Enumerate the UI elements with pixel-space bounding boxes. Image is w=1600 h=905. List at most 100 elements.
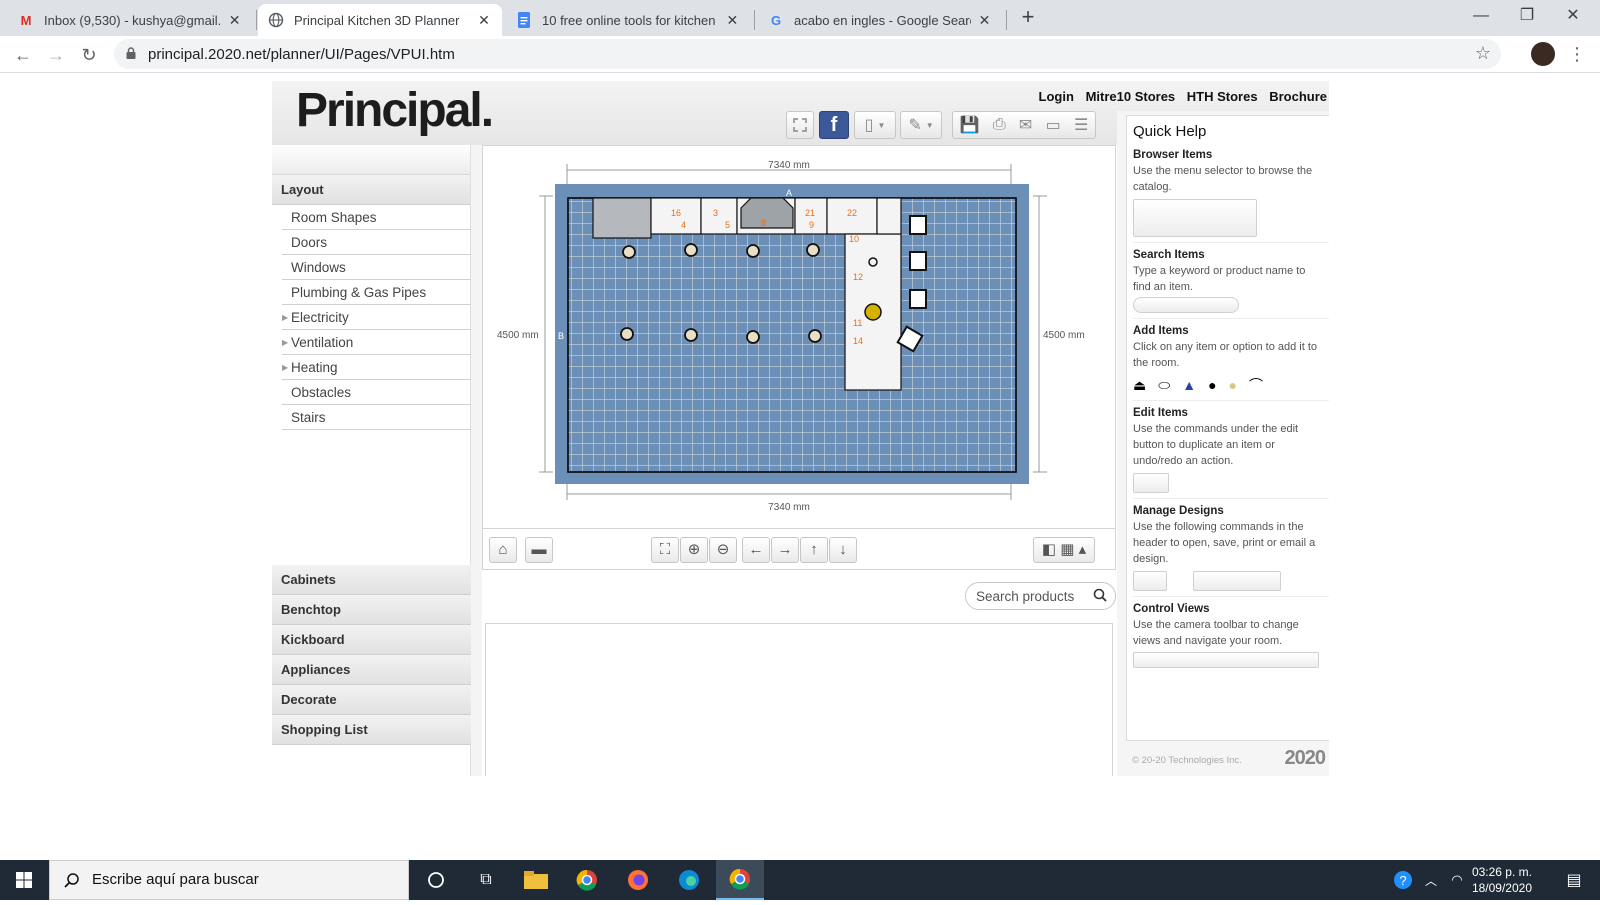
close-window-button[interactable]: ✕ bbox=[1550, 0, 1596, 32]
section-appliances[interactable]: Appliances bbox=[272, 655, 471, 685]
minimize-button[interactable]: — bbox=[1458, 0, 1504, 32]
close-tab-icon[interactable]: ✕ bbox=[725, 12, 740, 28]
taskbar-search[interactable]: Escribe aquí para buscar bbox=[49, 860, 409, 900]
file-menu-button[interactable]: ▯ ▼ bbox=[854, 111, 896, 139]
wifi-icon[interactable]: ◠ bbox=[1444, 860, 1470, 900]
home-view-button[interactable]: ⌂ bbox=[489, 537, 517, 563]
section-shopping-list[interactable]: Shopping List bbox=[272, 715, 471, 745]
search-icon[interactable] bbox=[1093, 588, 1107, 602]
nav-item-plumbing-gas-pipes[interactable]: Plumbing & Gas Pipes bbox=[282, 280, 472, 305]
zoom-in-button[interactable]: ⊕ bbox=[680, 537, 708, 563]
tab-principal-planner[interactable]: Principal Kitchen 3D Planner ✕ bbox=[258, 4, 502, 36]
new-tab-button[interactable]: + bbox=[1016, 6, 1040, 30]
nav-item-ventilation[interactable]: ▶ Ventilation bbox=[282, 330, 472, 355]
zoom-out-button[interactable]: ⊖ bbox=[709, 537, 737, 563]
forward-arrow-icon[interactable]: → bbox=[43, 42, 69, 68]
email-icon[interactable]: ✉ bbox=[1019, 115, 1032, 135]
back-arrow-icon[interactable]: ← bbox=[10, 42, 36, 68]
pan-up-button[interactable]: ↑ bbox=[800, 537, 828, 563]
floor-plan-canvas[interactable]: 7340 mm 7340 mm 4500 mm 4500 mm A B 16 4… bbox=[482, 145, 1116, 529]
hth-stores-link[interactable]: HTH Stores bbox=[1187, 89, 1258, 104]
principal-logo[interactable]: Principal. bbox=[296, 83, 494, 138]
tab-docs[interactable]: 10 free online tools for kitchen d ✕ bbox=[506, 4, 750, 36]
wall-label-a: A bbox=[786, 188, 792, 198]
svg-text:4: 4 bbox=[681, 220, 686, 230]
tab-title: acabo en ingles - Google Search bbox=[794, 12, 972, 28]
width-dimension-bottom: 7340 mm bbox=[768, 502, 810, 513]
search-input[interactable] bbox=[976, 583, 1096, 609]
section-layout[interactable]: Layout bbox=[272, 175, 470, 205]
nav-item-obstacles[interactable]: Obstacles bbox=[282, 380, 472, 405]
browser-preview-image bbox=[1133, 199, 1257, 237]
list-icon[interactable]: ☰ bbox=[1074, 115, 1088, 135]
floor-plan[interactable]: 7340 mm 7340 mm 4500 mm 4500 mm A B 16 4… bbox=[483, 146, 1115, 528]
browser-tab-strip: M Inbox (9,530) - kushya@gmail.co ✕ Prin… bbox=[0, 0, 1600, 36]
zoom-out-icon: ⊖ bbox=[716, 541, 730, 558]
task-view-icon[interactable]: ⧉ bbox=[462, 860, 510, 900]
chrome-profile-icon[interactable] bbox=[716, 860, 764, 900]
section-benchtop[interactable]: Benchtop bbox=[272, 595, 471, 625]
cooktop-burner[interactable] bbox=[864, 303, 882, 321]
close-tab-icon[interactable]: ✕ bbox=[476, 12, 492, 28]
search-products[interactable] bbox=[965, 582, 1116, 610]
section-cabinets[interactable]: Cabinets bbox=[272, 565, 471, 595]
height-dimension-left: 4500 mm bbox=[497, 330, 539, 341]
print-icon[interactable]: ⎙ bbox=[993, 116, 1006, 134]
profile-avatar[interactable] bbox=[1531, 42, 1555, 66]
cortana-icon[interactable] bbox=[412, 860, 460, 900]
copyright-text: © 20-20 Technologies Inc. bbox=[1132, 755, 1242, 766]
file-explorer-icon[interactable] bbox=[512, 860, 560, 900]
system-clock[interactable]: 03:26 p. m. 18/09/2020 bbox=[1472, 864, 1532, 896]
firefox-icon[interactable] bbox=[614, 860, 662, 900]
notifications-icon[interactable]: ▤ bbox=[1554, 860, 1594, 900]
close-tab-icon[interactable]: ✕ bbox=[227, 12, 242, 28]
zoom-fit-button[interactable]: ⛶ bbox=[651, 537, 679, 563]
chevron-down-icon: ▼ bbox=[877, 120, 886, 130]
save-icon[interactable]: 💾 bbox=[960, 115, 980, 135]
nav-item-electricity[interactable]: ▶ Electricity bbox=[282, 305, 472, 330]
category-sections: Cabinets Benchtop Kickboard Appliances D… bbox=[272, 565, 471, 745]
nav-item-windows[interactable]: Windows bbox=[282, 255, 472, 280]
start-button[interactable] bbox=[0, 860, 49, 900]
help-text: Type a keyword or product name to find a… bbox=[1133, 265, 1306, 293]
edit-menu-button[interactable]: ✎ ▼ bbox=[900, 111, 942, 139]
room-floor[interactable] bbox=[567, 197, 1017, 473]
nav-item-stairs[interactable]: Stairs bbox=[282, 405, 472, 430]
nav-item-heating[interactable]: ▶ Heating bbox=[282, 355, 472, 380]
bookmark-star-icon[interactable]: ☆ bbox=[1475, 43, 1491, 64]
close-tab-icon[interactable]: ✕ bbox=[977, 12, 992, 28]
address-bar[interactable]: principal.2020.net/planner/UI/Pages/VPUI… bbox=[114, 39, 1501, 69]
browser-menu-icon[interactable]: ⋮ bbox=[1568, 42, 1586, 66]
brand-2020-logo[interactable]: 2020 bbox=[1285, 747, 1326, 770]
login-link[interactable]: Login bbox=[1039, 89, 1074, 104]
facebook-button[interactable]: f bbox=[819, 111, 849, 139]
fullscreen-button[interactable] bbox=[786, 111, 814, 139]
edge-icon[interactable] bbox=[665, 860, 713, 900]
tab-google-search[interactable]: G acabo en ingles - Google Search ✕ bbox=[758, 4, 1002, 36]
pan-left-button[interactable]: ← bbox=[742, 537, 770, 563]
chevron-up-icon[interactable]: ︿ bbox=[1418, 860, 1444, 900]
help-tray-icon[interactable]: ? bbox=[1388, 860, 1418, 900]
mitre10-stores-link[interactable]: Mitre10 Stores bbox=[1086, 89, 1176, 104]
chrome-icon[interactable] bbox=[563, 860, 611, 900]
restore-button[interactable]: ❐ bbox=[1504, 0, 1550, 32]
help-edit-items: Edit Items Use the commands under the ed… bbox=[1133, 407, 1329, 499]
help-heading: Manage Designs bbox=[1133, 505, 1224, 517]
measure-button[interactable]: ▬ bbox=[525, 537, 553, 563]
pan-down-button[interactable]: ↓ bbox=[829, 537, 857, 563]
view-mode-button[interactable]: ◧ ▦ ▴ bbox=[1033, 537, 1095, 563]
chrome-logo bbox=[729, 868, 750, 890]
tablet-icon[interactable]: ▭ bbox=[1046, 115, 1061, 135]
help-heading: Browser Items bbox=[1133, 149, 1213, 161]
section-kickboard[interactable]: Kickboard bbox=[272, 625, 471, 655]
brochure-link[interactable]: Brochure bbox=[1269, 89, 1327, 104]
svg-text:14: 14 bbox=[853, 336, 863, 346]
reload-icon[interactable]: ↻ bbox=[76, 42, 102, 68]
tab-gmail[interactable]: M Inbox (9,530) - kushya@gmail.co ✕ bbox=[8, 4, 252, 36]
tab-separator bbox=[754, 10, 755, 30]
nav-item-doors[interactable]: Doors bbox=[282, 230, 472, 255]
section-decorate[interactable]: Decorate bbox=[272, 685, 471, 715]
nav-item-room-shapes[interactable]: Room Shapes bbox=[282, 205, 472, 230]
catalog-results-panel[interactable] bbox=[485, 623, 1113, 776]
pan-right-button[interactable]: → bbox=[771, 537, 799, 563]
